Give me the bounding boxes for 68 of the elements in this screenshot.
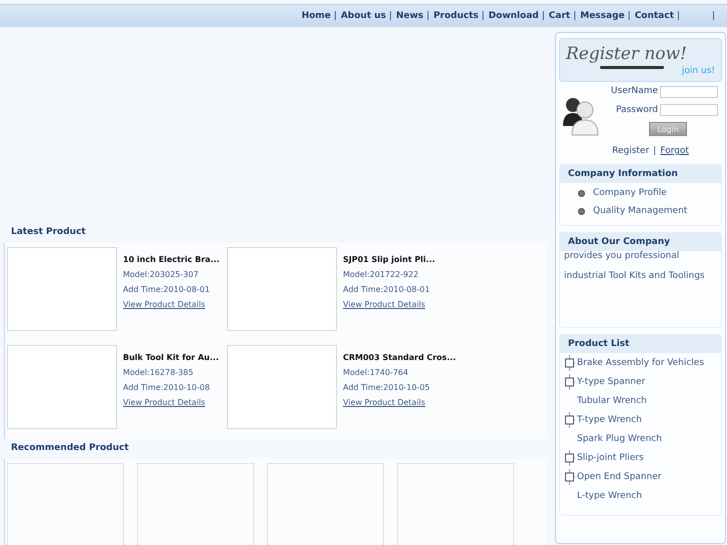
nav-separator: | (676, 11, 680, 21)
nav-link[interactable]: About us (340, 11, 386, 21)
product-name: Bulk Tool Kit for Au... (123, 353, 219, 362)
product-date: Add Time:2010-08-01 (343, 285, 431, 294)
bullet-icon (578, 190, 585, 196)
input-field[interactable] (660, 86, 718, 98)
nav-link[interactable]: News (396, 11, 424, 21)
product-model: Model:203025-307 (123, 270, 200, 279)
section-title: Latest Product (10, 226, 87, 239)
nav-link[interactable]: Contact (634, 11, 674, 21)
panel-link[interactable]: Quality Management (593, 206, 688, 216)
product-date: Add Time:2010-10-05 (343, 383, 431, 392)
nav-link[interactable]: Home (302, 11, 331, 21)
nav-separator: | (628, 11, 631, 21)
panel-title: Product List (560, 335, 721, 353)
details-link[interactable]: View Product Details (123, 398, 219, 407)
tree-node-icon[interactable] (565, 412, 575, 428)
category-link[interactable]: L-type Wrench (577, 490, 642, 500)
nav-separator: | (426, 11, 430, 21)
brush-stroke (600, 66, 664, 69)
nav-link[interactable]: Products (433, 11, 478, 21)
banner-subtitle: join us! (682, 66, 715, 76)
nav-separator: | (334, 11, 337, 21)
panel-link[interactable]: Company Profile (593, 188, 667, 198)
nav-separator: | (542, 11, 545, 21)
category-link[interactable]: T-type Wrench (577, 414, 642, 424)
product-date: Add Time:2010-08-01 (123, 285, 211, 294)
bullet-icon (578, 208, 585, 214)
field-label: Password (616, 105, 658, 115)
product-model: Model:201722-922 (343, 270, 420, 279)
nav-separator: | (712, 11, 715, 21)
link-separator: | (653, 146, 656, 156)
register-link[interactable]: Register (612, 146, 650, 156)
forgot-link[interactable]: Forgot (660, 146, 689, 156)
details-link[interactable]: View Product Details (343, 398, 456, 407)
panel-title: Company Information (560, 165, 721, 183)
category-link[interactable]: Tubular Wrench (577, 396, 647, 406)
nav-separator: | (482, 11, 485, 21)
about-text: industrial Tool Kits and Toolings (563, 271, 706, 283)
category-link[interactable]: Open End Spanner (577, 472, 662, 482)
tree-node-icon[interactable] (565, 468, 575, 484)
category-link[interactable]: Slip-joint Pliers (577, 452, 644, 462)
nav-link[interactable]: Message (580, 11, 625, 21)
tree-node-icon[interactable] (565, 354, 575, 370)
product-name: 10 inch Electric Bra... (123, 255, 220, 264)
product-name: SJP01 Slip joint Pli... (343, 255, 436, 264)
product-model: Model:1740-764 (343, 368, 410, 377)
product-date: Add Time:2010-10-08 (123, 383, 211, 392)
category-link[interactable]: Y-type Spanner (577, 376, 646, 386)
tree-node-icon[interactable] (565, 450, 575, 466)
category-link[interactable]: Spark Plug Wrench (577, 434, 662, 444)
tree-node-icon[interactable] (565, 374, 575, 390)
nav-link[interactable]: Download (488, 11, 539, 21)
users-icon (563, 96, 599, 136)
nav-separator: | (389, 11, 392, 21)
category-link[interactable]: Brake Assembly for Vehicles (577, 358, 704, 368)
product-model: Model:16278-385 (123, 368, 194, 377)
nav-separator: | (573, 11, 576, 21)
section-title: Recommended Product (10, 442, 130, 455)
input-field[interactable] (660, 104, 718, 116)
product-name: CRM003 Standard Cros... (343, 353, 456, 362)
panel-title: About Our Company (560, 233, 721, 251)
banner-title: Register now! (564, 43, 688, 64)
details-link[interactable]: View Product Details (343, 300, 436, 309)
nav-link[interactable]: Cart (548, 11, 570, 21)
field-label: UserName (610, 86, 658, 96)
details-link[interactable]: View Product Details (123, 300, 220, 309)
about-text: provides you professional (563, 251, 680, 263)
